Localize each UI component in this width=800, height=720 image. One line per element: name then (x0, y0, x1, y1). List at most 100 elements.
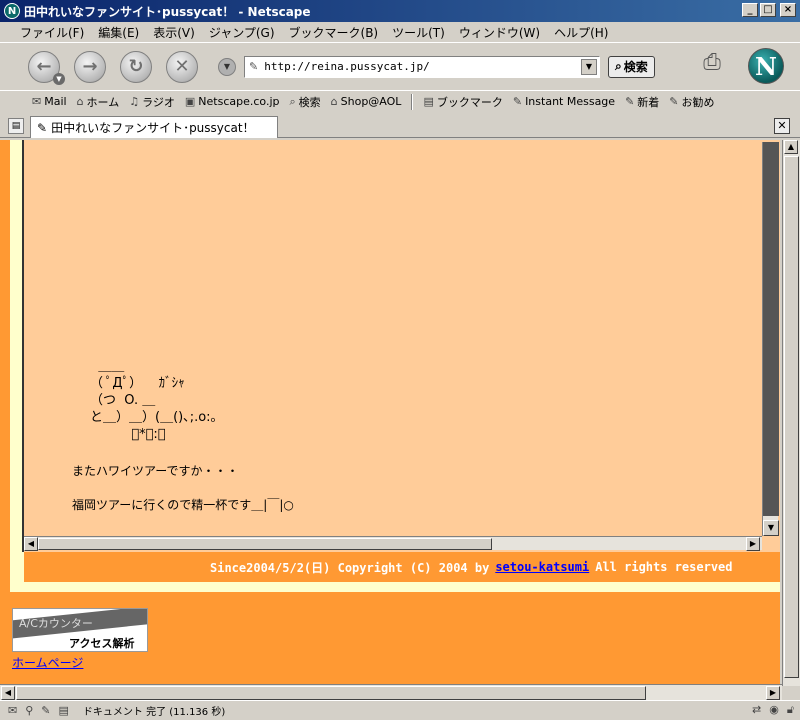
toolbar-item-instant-message[interactable]: ✎ Instant Message (513, 95, 615, 108)
frame-vertical-scrollbar[interactable]: ▼ (762, 142, 779, 536)
menu-window[interactable]: ウィンドウ(W) (459, 24, 540, 41)
menu-go[interactable]: ジャンプ(G) (209, 24, 275, 41)
page-horizontal-scrollbar[interactable]: ◀ ▶ (0, 684, 782, 700)
toolbar-item-label: Netscape.co.jp (198, 95, 280, 108)
magnifier-icon: ⌕ (615, 59, 622, 73)
toolbar-item-label: Instant Message (525, 95, 616, 108)
bookmark-icon[interactable]: ⚲ (25, 704, 33, 717)
window-controls: _ □ × (742, 3, 796, 17)
back-dropdown-icon[interactable]: ▼ (53, 72, 65, 85)
url-history-button[interactable]: ▼ (218, 57, 236, 76)
status-indicators: ⇄ ◉ 🔓︎ (752, 703, 794, 717)
copyright-text: Since2004/5/2(日) Copyright (C) 2004 by (210, 560, 490, 575)
forward-button[interactable]: → (74, 50, 106, 83)
bookmark-icon: ▤ (423, 95, 434, 108)
url-field[interactable]: ✎ http://reina.pussycat.jp/ ▼ (244, 55, 600, 78)
toolbar-item-label: お勧め (681, 95, 715, 109)
menu-bar: ファイル(F) 編集(E) 表示(V) ジャンプ(G) ブックマーク(B) ツー… (0, 22, 800, 42)
access-analysis-label: アクセス解析 (69, 637, 135, 650)
privacy-icon[interactable]: ◉ (769, 703, 779, 717)
link-icon: ✎ (512, 95, 523, 108)
toolbar-item-label: Mail (44, 95, 67, 108)
toolbar-item-radio[interactable]: ♫ ラジオ (129, 94, 175, 110)
toolbar-item-search[interactable]: ⌕ 検索 (289, 94, 320, 110)
search-button[interactable]: ⌕ 検索 (608, 55, 655, 78)
menu-edit[interactable]: 編集(E) (98, 24, 139, 41)
home-icon: ⌂ (76, 95, 84, 108)
toolbar-item-label: ホーム (86, 95, 120, 109)
toolbar-item-recommended[interactable]: ✎ お勧め (669, 94, 714, 110)
security-lock-icon[interactable]: 🔓︎ (787, 703, 794, 717)
message-hawaii: またハワイツアーですか・・・ (72, 464, 239, 478)
frame-scroll-thumb[interactable] (38, 538, 492, 550)
window-title: 田中れいなファンサイト･pussycat！ - Netscape (24, 4, 311, 19)
scroll-up-arrow[interactable]: ▲ (784, 140, 798, 154)
scroll-down-arrow[interactable]: ▼ (763, 520, 779, 536)
access-counter-badge[interactable]: A/Cカウンター アクセス解析 (12, 608, 148, 652)
homepage-link[interactable]: ホームページ (12, 654, 83, 671)
minimize-button[interactable]: _ (742, 3, 758, 17)
toolbar-item-mail[interactable]: ✉ Mail (32, 95, 67, 108)
sidebar-toggle-icon[interactable]: ▤ (8, 118, 24, 134)
toolbar-item-home[interactable]: ⌂ ホーム (77, 94, 120, 110)
forward-arrow-icon: → (82, 56, 98, 77)
toolbar-item-label: ブックマーク (436, 95, 503, 109)
scroll-right-arrow[interactable]: ▶ (766, 686, 780, 700)
mail-icon: ✉ (32, 95, 42, 108)
toolbar-item-netscape[interactable]: ▣ Netscape.co.jp (185, 95, 280, 108)
reload-button[interactable]: ↻ (120, 50, 152, 83)
menu-bookmarks[interactable]: ブックマーク(B) (289, 24, 379, 41)
url-dropdown-arrow[interactable]: ▼ (581, 58, 597, 75)
my-netscape-icon: ▣ (184, 95, 196, 108)
online-status-icon[interactable]: ⇄ (752, 703, 761, 717)
back-button[interactable]: ← ▼ (28, 50, 65, 85)
link-icon: ✎ (669, 95, 679, 108)
scroll-left-arrow[interactable]: ◀ (24, 537, 38, 551)
tab-active[interactable]: ✎ 田中れいなファンサイト･pussycat！ (30, 116, 278, 138)
netscape-app-icon: N (4, 3, 20, 19)
close-window-button[interactable]: × (780, 3, 796, 17)
page-vertical-scrollbar[interactable]: ▲ (782, 140, 800, 686)
mail-icon[interactable]: ✉ (8, 704, 17, 717)
document-icon[interactable]: ▤ (59, 704, 69, 717)
toolbar-item-label: Shop@AOL (340, 95, 402, 108)
tab-title: 田中れいなファンサイト･pussycat！ (51, 121, 255, 135)
page-icon: ✎ (37, 120, 48, 135)
status-text: ドキュメント 完了 (11.136 秒) (82, 707, 226, 718)
toolbar-separator (411, 93, 414, 110)
inline-frame (22, 140, 780, 552)
window-titlebar: N 田中れいなファンサイト･pussycat！ - Netscape _ □ × (0, 0, 800, 22)
scroll-right-arrow[interactable]: ▶ (746, 537, 760, 551)
ascii-art: ＿＿ （ ﾟДﾟ） ｶﾞｼｬ （つ O. ＿ と＿）＿）(＿()､;.o:｡ ﾟ… (90, 359, 218, 442)
toolbar-item-shop[interactable]: ⌂ Shop@AOL (331, 95, 402, 108)
stop-icon: ✕ (174, 56, 190, 77)
toolbar-item-label: ラジオ (142, 95, 175, 109)
toolbar-item-label: 新着 (637, 95, 660, 109)
page-hscroll-thumb[interactable] (16, 686, 646, 700)
stop-button[interactable]: ✕ (166, 50, 198, 83)
close-tab-button[interactable]: ✕ (774, 118, 790, 134)
print-icon[interactable]: ⎙ (696, 50, 728, 78)
headphones-icon: ♫ (129, 95, 140, 108)
maximize-button[interactable]: □ (760, 3, 776, 17)
reload-icon: ↻ (128, 56, 144, 77)
menu-help[interactable]: ヘルプ(H) (554, 24, 608, 41)
frame-horizontal-scrollbar[interactable]: ◀ ▶ (24, 536, 762, 551)
url-text: http://reina.pussycat.jp/ (264, 60, 430, 73)
composer-icon[interactable]: ✎ (41, 704, 50, 717)
menu-tools[interactable]: ツール(T) (392, 24, 445, 41)
frame-scroll-track[interactable] (763, 142, 779, 516)
navigation-toolbar: ← ▼ → ↻ ✕ ▼ ✎ http://reina.pussycat.jp/ … (0, 42, 800, 90)
scroll-left-arrow[interactable]: ◀ (1, 686, 15, 700)
search-button-label: 検索 (623, 60, 648, 74)
search-icon: ⌕ (289, 94, 296, 108)
toolbar-item-new[interactable]: ✎ 新着 (625, 94, 659, 110)
page-scroll-thumb[interactable] (784, 156, 799, 678)
rights-text: All rights reserved (595, 560, 733, 574)
author-link[interactable]: setou-katsumi (495, 560, 589, 574)
netscape-logo[interactable]: N (748, 48, 784, 84)
tab-bar: ▤ ✎ 田中れいなファンサイト･pussycat！ ✕ (0, 114, 800, 138)
menu-view[interactable]: 表示(V) (153, 24, 195, 41)
toolbar-item-bookmarks[interactable]: ▤ ブックマーク (423, 94, 502, 110)
menu-file[interactable]: ファイル(F) (20, 24, 84, 41)
